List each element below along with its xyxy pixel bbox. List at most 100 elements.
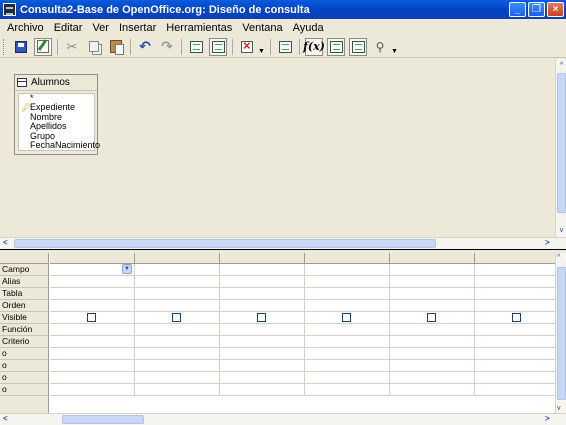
grid-cell[interactable] (135, 288, 220, 299)
scroll-up-arrow[interactable]: ^ (557, 254, 560, 261)
menu-editar[interactable]: Editar (49, 22, 88, 34)
grid-cell[interactable] (50, 336, 135, 347)
grid-cell[interactable] (220, 348, 305, 359)
table-window-alumnos[interactable]: Alumnos * 🔑︎ Expediente Nombre Apellidos … (14, 74, 100, 155)
grid-cell[interactable] (305, 348, 390, 359)
grid-horizontal-scrollbar[interactable]: < > (0, 413, 566, 425)
grid-cell[interactable] (390, 324, 475, 335)
grid-column-header[interactable] (135, 253, 220, 263)
cut-button[interactable]: ✂ (63, 38, 81, 56)
grid-cell[interactable] (50, 276, 135, 287)
grid-cell[interactable]: ▼ (50, 264, 135, 275)
grid-cell[interactable] (475, 276, 560, 287)
scrollbar-thumb[interactable] (557, 267, 566, 400)
grid-cell[interactable] (220, 372, 305, 383)
save-button[interactable] (12, 38, 30, 56)
redo-button[interactable]: ↷ (158, 38, 176, 56)
grid-cell[interactable] (305, 384, 390, 395)
grid-cell[interactable] (220, 264, 305, 275)
close-button[interactable]: × (547, 2, 564, 17)
grid-cell[interactable] (135, 360, 220, 371)
visible-checkbox[interactable] (427, 313, 436, 322)
delete-button[interactable] (238, 38, 256, 56)
grid-cell[interactable] (220, 288, 305, 299)
grid-cell[interactable] (390, 384, 475, 395)
grid-vertical-scrollbar[interactable]: ^ v (555, 253, 566, 413)
grid-cell[interactable] (305, 276, 390, 287)
scroll-right-arrow[interactable]: > (545, 238, 550, 247)
openoffice-base-icon[interactable] (3, 3, 16, 16)
toolbar-overflow-arrow[interactable]: ▼ (391, 39, 398, 55)
menu-ver[interactable]: Ver (87, 22, 114, 34)
grid-cell[interactable] (390, 312, 475, 323)
grid-column-header[interactable] (475, 253, 560, 263)
visible-checkbox[interactable] (512, 313, 521, 322)
grid-cell[interactable] (475, 348, 560, 359)
grid-cell[interactable] (135, 384, 220, 395)
scrollbar-thumb[interactable] (62, 415, 144, 424)
grid-cell[interactable] (135, 324, 220, 335)
table-name-button[interactable] (327, 37, 345, 56)
grid-cell[interactable] (220, 300, 305, 311)
grid-cell[interactable] (390, 276, 475, 287)
field-list[interactable]: * 🔑︎ Expediente Nombre Apellidos Grupo Fe… (18, 93, 100, 151)
field-dropdown-button[interactable]: ▼ (122, 264, 132, 274)
grid-cell[interactable] (305, 300, 390, 311)
add-table-button[interactable] (276, 38, 294, 56)
grid-cell[interactable] (475, 336, 560, 347)
paste-button[interactable] (107, 38, 125, 56)
grid-cell[interactable] (135, 312, 220, 323)
grid-cell[interactable] (390, 300, 475, 311)
menu-ventana[interactable]: Ventana (237, 22, 287, 34)
grid-cell[interactable] (475, 384, 560, 395)
toolbar-overflow-arrow[interactable]: ▼ (258, 39, 265, 55)
table-area-vertical-scrollbar[interactable]: ^ v (555, 59, 566, 237)
grid-cell[interactable] (50, 372, 135, 383)
grid-cell[interactable] (305, 360, 390, 371)
menu-ayuda[interactable]: Ayuda (288, 22, 329, 34)
clear-query-button[interactable] (209, 37, 227, 56)
grid-cell[interactable] (305, 312, 390, 323)
menu-insertar[interactable]: Insertar (114, 22, 161, 34)
scroll-left-arrow[interactable]: < (3, 414, 8, 423)
grid-cell[interactable] (305, 336, 390, 347)
grid-cell[interactable] (135, 300, 220, 311)
scroll-right-arrow[interactable]: > (545, 414, 550, 423)
grid-cell[interactable] (390, 360, 475, 371)
grid-cell[interactable] (220, 324, 305, 335)
toolbar-grip[interactable] (3, 38, 6, 55)
grid-cell[interactable] (305, 264, 390, 275)
distinct-values-button[interactable]: ⚲ (371, 38, 389, 56)
grid-cell[interactable] (220, 384, 305, 395)
grid-cell[interactable] (50, 324, 135, 335)
visible-checkbox[interactable] (342, 313, 351, 322)
scroll-left-arrow[interactable]: < (3, 238, 8, 247)
grid-cell[interactable] (475, 264, 560, 275)
edit-mode-button[interactable] (34, 37, 52, 56)
alias-button[interactable] (349, 37, 367, 56)
scrollbar-thumb[interactable] (14, 239, 436, 248)
grid-cell[interactable] (50, 384, 135, 395)
scroll-down-arrow[interactable]: v (557, 225, 566, 236)
table-window-header[interactable]: Alumnos (15, 75, 97, 91)
grid-cell[interactable] (390, 372, 475, 383)
grid-cell[interactable] (50, 360, 135, 371)
grid-cell[interactable] (135, 348, 220, 359)
visible-checkbox[interactable] (257, 313, 266, 322)
grid-column-header[interactable] (50, 253, 135, 263)
grid-cell[interactable] (135, 276, 220, 287)
menu-herramientas[interactable]: Herramientas (161, 22, 237, 34)
scroll-down-arrow[interactable]: v (557, 405, 561, 412)
table-area-horizontal-scrollbar[interactable]: < > (0, 237, 566, 249)
grid-cell[interactable] (475, 312, 560, 323)
scrollbar-thumb[interactable] (557, 73, 566, 213)
grid-cell[interactable] (135, 264, 220, 275)
functions-button[interactable]: f(x) (303, 37, 325, 56)
grid-cell[interactable] (390, 288, 475, 299)
grid-cell[interactable] (305, 288, 390, 299)
minimize-button[interactable]: _ (509, 2, 526, 17)
grid-cell[interactable] (390, 348, 475, 359)
grid-cell[interactable] (135, 336, 220, 347)
grid-cell[interactable] (220, 312, 305, 323)
menu-archivo[interactable]: Archivo (2, 22, 49, 34)
